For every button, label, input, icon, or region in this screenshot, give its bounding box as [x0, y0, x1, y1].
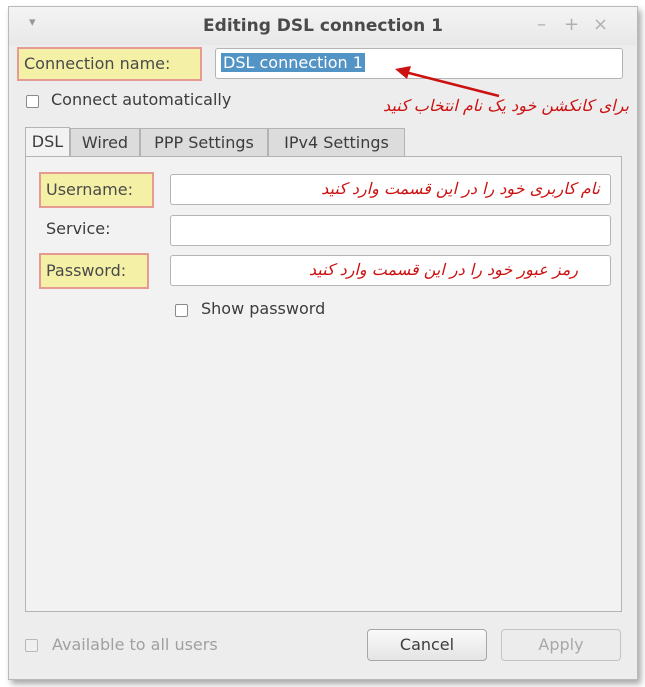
password-input[interactable]: رمز عبور خود را در این قسمت وارد کنید — [170, 255, 611, 286]
connect-automatically-label: Connect automatically — [51, 90, 232, 109]
close-icon[interactable]: × — [593, 15, 608, 35]
username-input[interactable]: نام کاربری خود را در این قسمت وارد کنید — [170, 174, 611, 205]
show-password-checkbox[interactable] — [175, 304, 188, 317]
username-annotation: نام کاربری خود را در این قسمت وارد کنید — [321, 179, 600, 198]
maximize-icon[interactable]: + — [564, 15, 579, 35]
connect-automatically-checkbox[interactable] — [26, 95, 39, 108]
service-input[interactable] — [170, 215, 611, 246]
connection-name-annotation: برای کانکشن خود یک نام انتخاب کنید — [383, 96, 629, 115]
tab-dsl[interactable]: DSL — [25, 127, 70, 157]
password-label: Password: — [39, 253, 149, 289]
password-annotation: رمز عبور خود را در این قسمت وارد کنید — [308, 260, 578, 279]
cancel-button[interactable]: Cancel — [367, 629, 487, 661]
connection-name-label: Connection name: — [17, 47, 202, 81]
dsl-panel: Username: نام کاربری خود را در این قسمت … — [25, 156, 622, 612]
tab-ppp-settings[interactable]: PPP Settings — [140, 128, 268, 156]
username-label: Username: — [39, 172, 154, 208]
title-bar: ▾ Editing DSL connection 1 – + × — [9, 7, 637, 45]
tab-ipv4-settings[interactable]: IPv4 Settings — [268, 128, 405, 156]
show-password-label: Show password — [201, 299, 326, 318]
available-to-all-users-label: Available to all users — [52, 635, 218, 654]
tab-wired[interactable]: Wired — [70, 128, 140, 156]
available-to-all-users-checkbox[interactable] — [25, 639, 38, 652]
dialog-window: ▾ Editing DSL connection 1 – + × Connect… — [8, 6, 638, 680]
service-label: Service: — [46, 219, 111, 238]
apply-button[interactable]: Apply — [501, 629, 621, 661]
connection-name-value: DSL connection 1 — [221, 53, 365, 72]
minimize-icon[interactable]: – — [537, 15, 546, 35]
